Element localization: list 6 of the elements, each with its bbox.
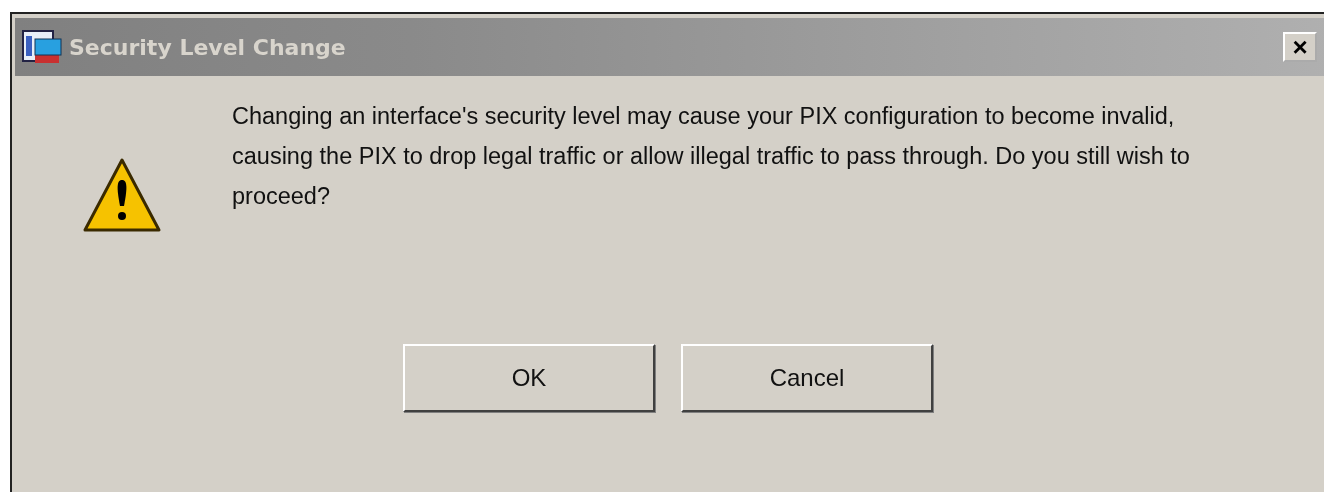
warning-message: Changing an interface's security level may cause your PIX configuration to become invalid, causing the PIX to drop legal traffic or allow illegal traffic to pass through. Do you still wish to proceed? — [232, 102, 1191, 211]
window-title: Security Level Change — [69, 33, 346, 62]
close-button[interactable]: × — [1283, 32, 1317, 62]
cancel-button[interactable]: Cancel — [681, 344, 933, 412]
warning-icon — [82, 156, 162, 234]
ok-button[interactable]: OK — [403, 344, 655, 412]
